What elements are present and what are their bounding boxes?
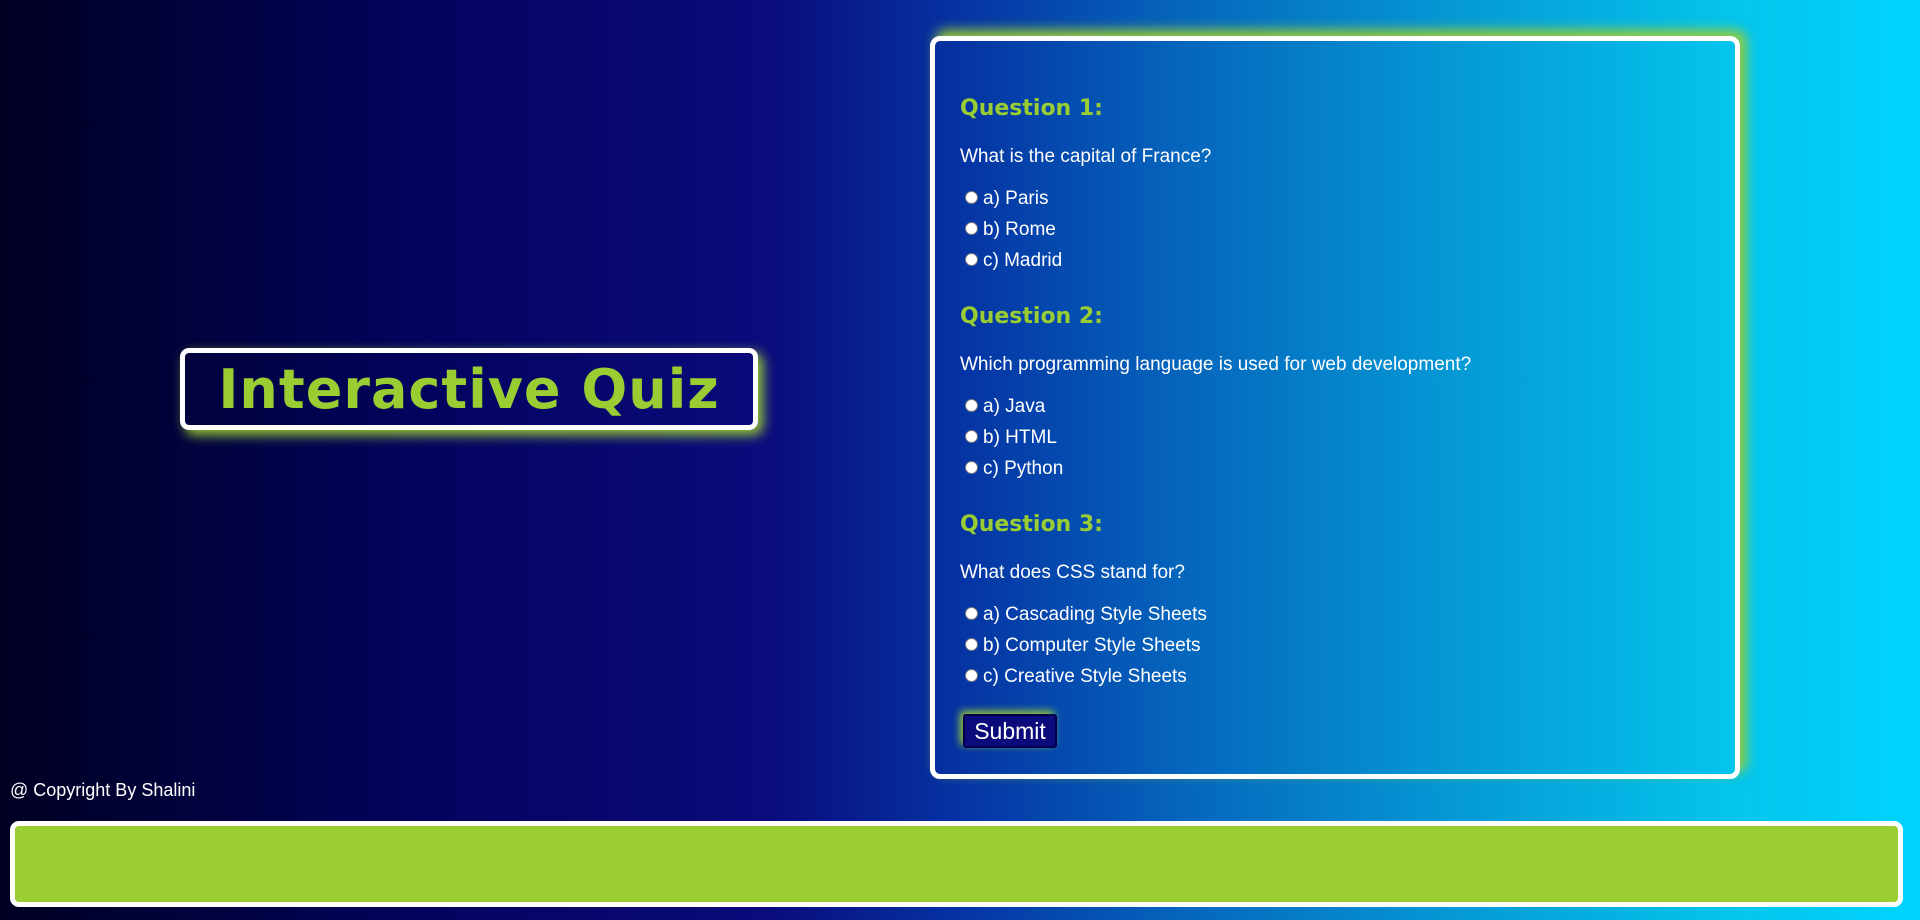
question-3-heading: Question 3: [960, 512, 1103, 537]
option-label: a) Paris [983, 188, 1049, 209]
question-1-text: What is the capital of France? [960, 146, 1212, 167]
option-label: c) Madrid [983, 250, 1063, 271]
radio-button[interactable] [965, 221, 978, 235]
question-2-option-a[interactable]: a) Java [965, 395, 1045, 419]
radio-button[interactable] [965, 429, 978, 443]
option-label: a) Cascading Style Sheets [983, 604, 1207, 625]
page-title: Interactive Quiz [218, 357, 720, 421]
radio-button[interactable] [965, 637, 978, 651]
question-2-heading: Question 2: [960, 304, 1103, 329]
copyright-text: @ Copyright By Shalini [10, 780, 196, 800]
radio-button[interactable] [965, 190, 978, 204]
radio-button[interactable] [965, 398, 978, 412]
radio-button[interactable] [965, 460, 978, 474]
option-label: c) Python [983, 458, 1064, 479]
question-3-option-b[interactable]: b) Computer Style Sheets [965, 634, 1201, 658]
question-3-option-a[interactable]: a) Cascading Style Sheets [965, 603, 1207, 627]
submit-button[interactable]: Submit [963, 714, 1057, 748]
radio-button[interactable] [965, 606, 978, 620]
question-1-option-a[interactable]: a) Paris [965, 187, 1048, 211]
option-label: a) Java [983, 396, 1046, 417]
footer-bar [10, 821, 1903, 907]
radio-button[interactable] [965, 668, 978, 682]
quiz-panel: Question 1: What is the capital of Franc… [930, 36, 1740, 779]
question-1-option-b[interactable]: b) Rome [965, 218, 1056, 242]
question-1-heading: Question 1: [960, 96, 1103, 121]
option-label: b) Rome [983, 219, 1056, 240]
question-2-text: Which programming language is used for w… [960, 354, 1472, 375]
title-box: Interactive Quiz [180, 348, 758, 430]
question-3-option-c[interactable]: c) Creative Style Sheets [965, 665, 1187, 689]
option-label: b) HTML [983, 427, 1057, 448]
question-2-option-c[interactable]: c) Python [965, 457, 1063, 481]
radio-button[interactable] [965, 252, 978, 266]
question-2-option-b[interactable]: b) HTML [965, 426, 1057, 450]
option-label: c) Creative Style Sheets [983, 666, 1187, 687]
question-3-text: What does CSS stand for? [960, 562, 1185, 583]
question-1-option-c[interactable]: c) Madrid [965, 249, 1062, 273]
option-label: b) Computer Style Sheets [983, 635, 1201, 656]
